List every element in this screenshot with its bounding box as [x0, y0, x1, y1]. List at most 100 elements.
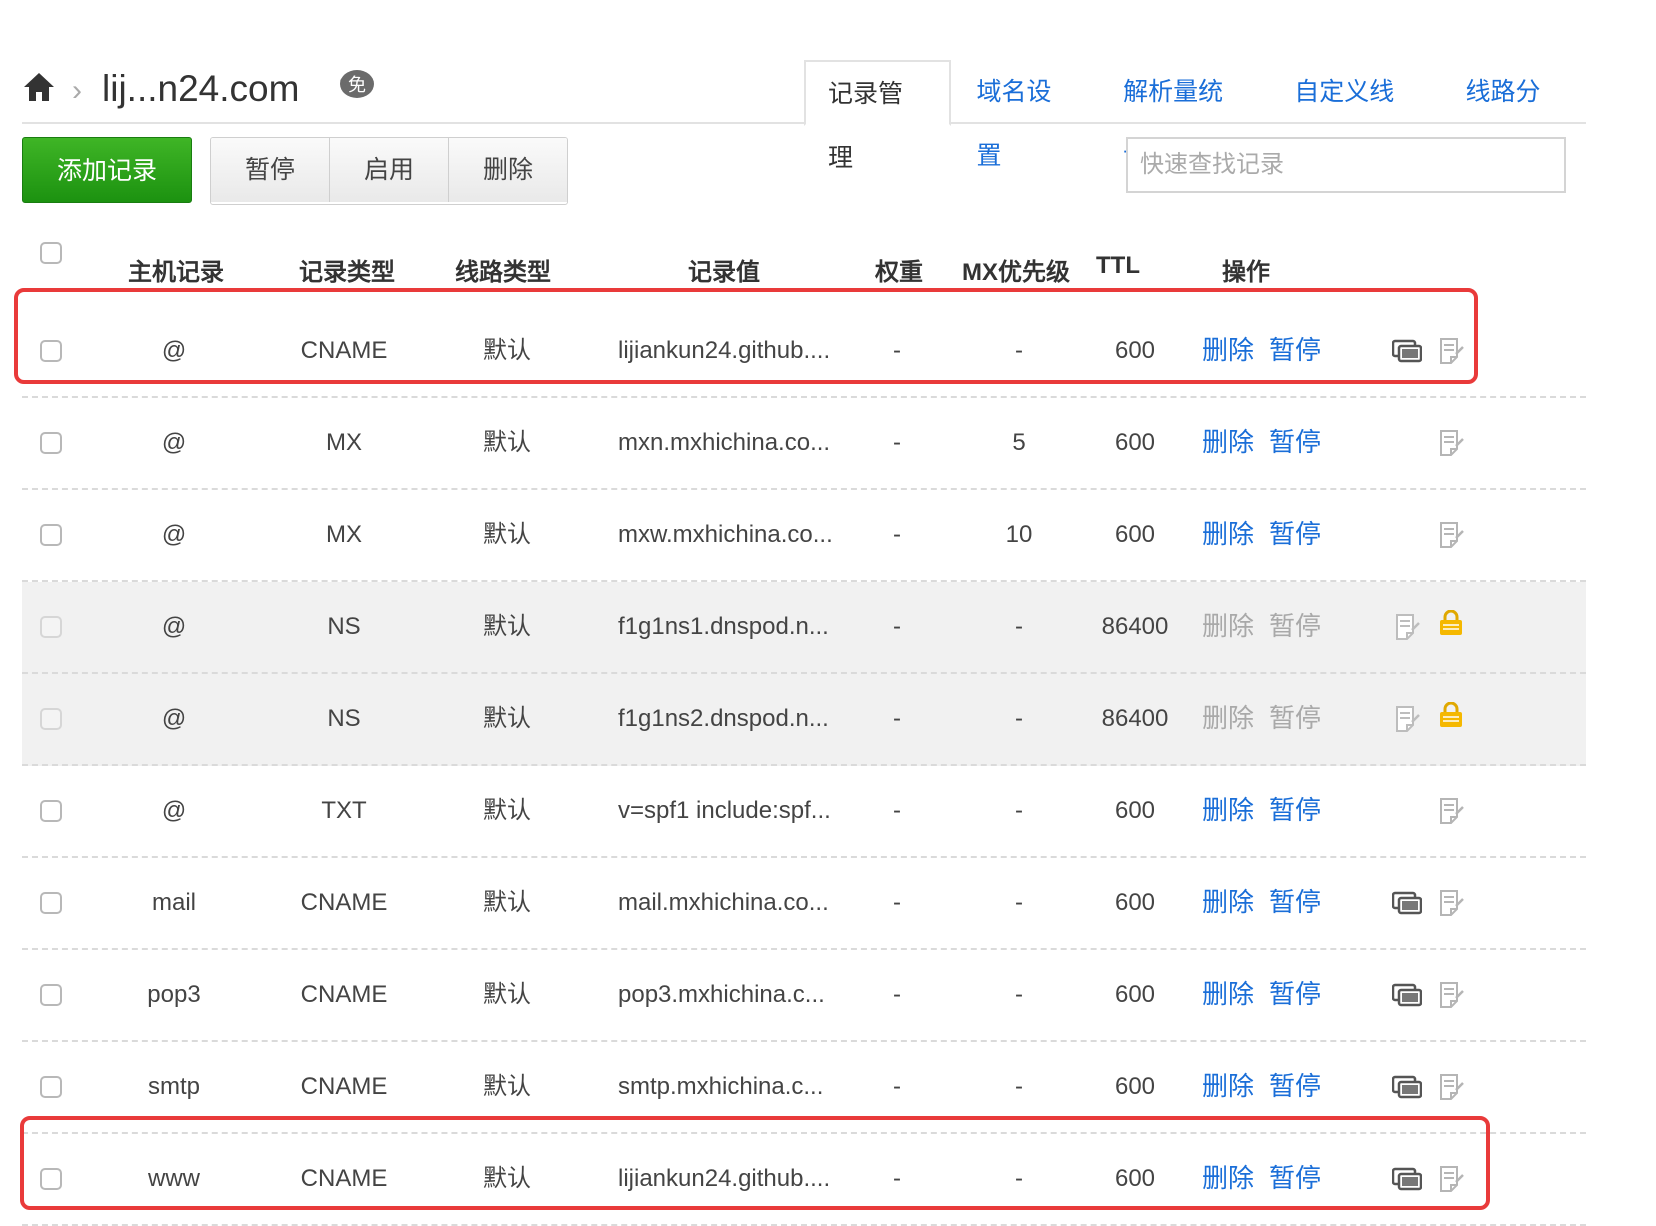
cell-value: mail.mxhichina.co...: [618, 889, 829, 916]
row-pause-link[interactable]: 暂停: [1269, 490, 1321, 580]
cell-host: pop3: [147, 981, 201, 1008]
cell-line: 默认: [483, 613, 531, 640]
row-pause-link[interactable]: 暂停: [1269, 1134, 1321, 1224]
row-delete-link[interactable]: 删除: [1202, 398, 1254, 488]
monitor-icon[interactable]: [1391, 982, 1423, 1008]
remark-icon[interactable]: [1436, 890, 1466, 916]
cell-ttl: 600: [1114, 889, 1156, 916]
remark-icon[interactable]: [1436, 982, 1466, 1008]
domain-header: › lij...n24.com 免 记录管理 域名设置 解析量统计 自定义线路 …: [22, 60, 1586, 172]
remark-icon[interactable]: [1436, 798, 1466, 824]
remark-icon[interactable]: [1436, 522, 1466, 548]
add-record-button[interactable]: 添加记录: [22, 137, 192, 203]
table-row: @ NS 默认 f1g1ns1.dnspod.n... - - 86400 删除 暂停: [22, 582, 1586, 674]
pause-button[interactable]: 暂停: [211, 138, 329, 202]
cell-weight: -: [893, 797, 901, 824]
cell-value: mxw.mxhichina.co...: [618, 521, 833, 548]
cell-host: mail: [151, 889, 196, 916]
monitor-icon[interactable]: [1391, 338, 1423, 364]
monitor-icon[interactable]: [1391, 1166, 1423, 1192]
row-checkbox[interactable]: [40, 524, 62, 546]
remark-icon[interactable]: [1436, 1074, 1466, 1100]
row-pause-link[interactable]: 暂停: [1269, 858, 1321, 948]
table-row: mail CNAME 默认 mail.mxhichina.co... - - 600 删除 暂停: [22, 858, 1586, 950]
cell-mx-priority: 5: [1012, 429, 1026, 456]
cell-host: smtp: [147, 1073, 200, 1100]
row-checkbox[interactable]: [40, 432, 62, 454]
row-checkbox[interactable]: [40, 800, 62, 822]
delete-button[interactable]: 删除: [448, 138, 567, 202]
row-pause-link[interactable]: 暂停: [1269, 398, 1321, 488]
cell-ttl: 86400: [1101, 705, 1169, 732]
monitor-icon[interactable]: [1391, 890, 1423, 916]
col-host: 主机记录: [128, 259, 224, 286]
cell-mx-priority: 10: [1005, 521, 1033, 548]
cell-mx-priority: -: [1015, 1165, 1023, 1192]
cell-value: mxn.mxhichina.co...: [618, 429, 831, 456]
cell-mx-priority: -: [1015, 797, 1023, 824]
remark-icon[interactable]: [1436, 430, 1466, 456]
row-checkbox[interactable]: [40, 1076, 62, 1098]
row-checkbox[interactable]: [40, 984, 62, 1006]
row-delete-link[interactable]: 删除: [1202, 766, 1254, 856]
cell-host: @: [161, 337, 187, 364]
row-checkbox[interactable]: [40, 1168, 62, 1190]
enable-button[interactable]: 启用: [329, 138, 448, 202]
tab-record-management[interactable]: 记录管理: [804, 60, 951, 172]
cell-type: CNAME: [300, 889, 388, 916]
cell-type: CNAME: [300, 337, 388, 364]
cell-value: v=spf1 include:spf...: [618, 797, 831, 824]
cell-ttl: 600: [1114, 429, 1156, 456]
select-all-checkbox[interactable]: [40, 242, 62, 264]
tab-custom-lines[interactable]: 自定义线路: [1272, 60, 1439, 170]
row-checkbox[interactable]: [40, 340, 62, 362]
row-pause-link[interactable]: 暂停: [1269, 766, 1321, 856]
col-mx-priority: MX优先级: [962, 259, 1070, 286]
remark-icon[interactable]: [1436, 1166, 1466, 1192]
row-delete-link: 删除: [1202, 703, 1255, 733]
cell-type: TXT: [321, 797, 367, 824]
cell-ttl: 600: [1114, 797, 1156, 824]
domain-title: lij...n24.com: [102, 68, 300, 109]
row-delete-link[interactable]: 删除: [1202, 858, 1254, 948]
cell-value: pop3.mxhichina.c...: [618, 981, 825, 1008]
cell-weight: -: [893, 521, 901, 548]
monitor-icon[interactable]: [1391, 1074, 1423, 1100]
record-search-input[interactable]: [1126, 137, 1566, 193]
row-delete-link[interactable]: 删除: [1202, 490, 1254, 580]
row-delete-link[interactable]: 删除: [1202, 1042, 1254, 1132]
free-badge-icon: 免: [340, 70, 374, 98]
row-checkbox: [40, 616, 62, 638]
cell-type: CNAME: [300, 1165, 388, 1192]
breadcrumb-chevron-icon: ›: [72, 74, 82, 107]
cell-type: NS: [327, 705, 361, 732]
table-header: 主机记录 记录类型 线路类型 记录值 权重 MX优先级 TTL 操作: [22, 230, 1586, 300]
table-row: www CNAME 默认 lijiankun24.github.... - - 600 删除暂…: [22, 1134, 1586, 1226]
cell-line: 默认: [483, 705, 531, 732]
row-checkbox[interactable]: [40, 892, 62, 914]
cell-line: 默认: [483, 1073, 531, 1100]
row-pause-link[interactable]: 暂停: [1269, 306, 1321, 396]
cell-type: NS: [327, 613, 361, 640]
cell-mx-priority: -: [1015, 613, 1023, 640]
row-delete-link[interactable]: 删除: [1202, 1134, 1254, 1224]
row-pause-link: 暂停: [1269, 703, 1322, 733]
row-pause-link: 暂停: [1269, 611, 1322, 641]
cell-line: 默认: [483, 797, 531, 824]
remark-icon: [1392, 614, 1422, 640]
home-icon[interactable]: [22, 70, 56, 104]
row-delete-link[interactable]: 删除: [1202, 950, 1254, 1040]
cell-line: 默认: [483, 521, 531, 548]
cell-mx-priority: -: [1015, 1073, 1023, 1100]
cell-host: @: [161, 521, 187, 548]
row-pause-link[interactable]: 暂停: [1269, 1042, 1321, 1132]
remark-icon[interactable]: [1436, 338, 1466, 364]
cell-ttl: 600: [1114, 1073, 1156, 1100]
cell-value: f1g1ns2.dnspod.n...: [618, 705, 829, 732]
tab-line-groups[interactable]: 线路分组: [1443, 60, 1586, 170]
table-row: @ TXT 默认 v=spf1 include:spf... - - 600 删除 暂停: [22, 766, 1586, 858]
row-pause-link[interactable]: 暂停: [1269, 950, 1321, 1040]
tab-query-stats[interactable]: 解析量统计: [1101, 60, 1268, 170]
row-delete-link[interactable]: 删除: [1202, 306, 1254, 396]
tab-domain-settings[interactable]: 域名设置: [955, 60, 1098, 170]
